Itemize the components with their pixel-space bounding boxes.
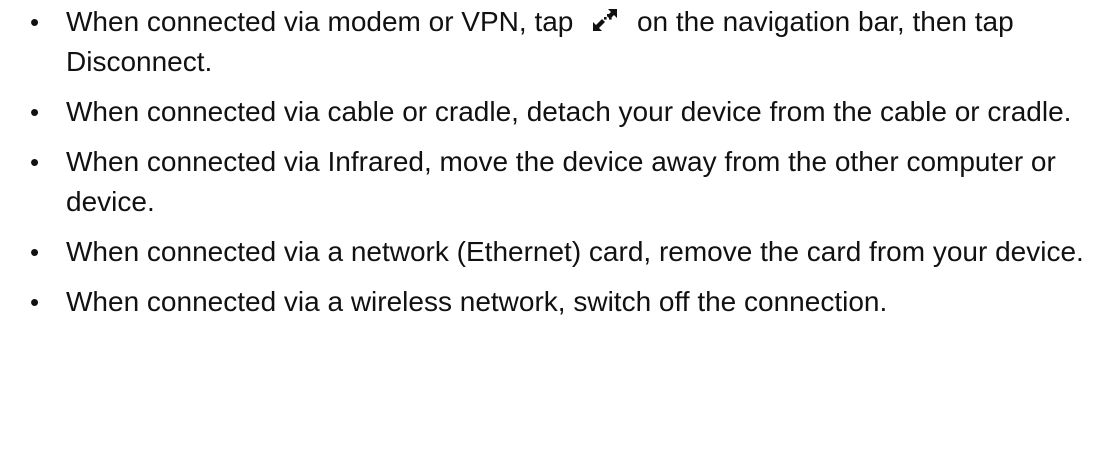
disconnect-instructions-list: • When connected via modem or VPN, tap o… [0, 2, 1093, 322]
list-item-wireless: • When connected via a wireless network,… [0, 282, 1093, 322]
list-item-infrared: • When connected via Infrared, move the … [0, 142, 1093, 222]
bullet: • [30, 97, 40, 127]
instruction-page: • When connected via modem or VPN, tap o… [0, 0, 1093, 454]
list-item-cable-cradle: • When connected via cable or cradle, de… [0, 92, 1093, 132]
bullet: • [30, 147, 40, 177]
bullet: • [30, 287, 40, 317]
item-text: When connected via cable or cradle, deta… [66, 96, 1072, 127]
item-text: When connected via Infrared, move the de… [66, 146, 1056, 217]
item-text: When connected via a network (Ethernet) … [66, 236, 1084, 267]
item-text-part-1: When connected via modem or VPN, tap [66, 6, 574, 37]
bullet: • [30, 237, 40, 267]
bullet: • [30, 7, 40, 37]
list-item-modem-vpn: • When connected via modem or VPN, tap o… [0, 2, 1093, 82]
list-item-ethernet: • When connected via a network (Ethernet… [0, 232, 1093, 272]
connection-icon [591, 7, 619, 33]
item-text: When connected via a wireless network, s… [66, 286, 888, 317]
